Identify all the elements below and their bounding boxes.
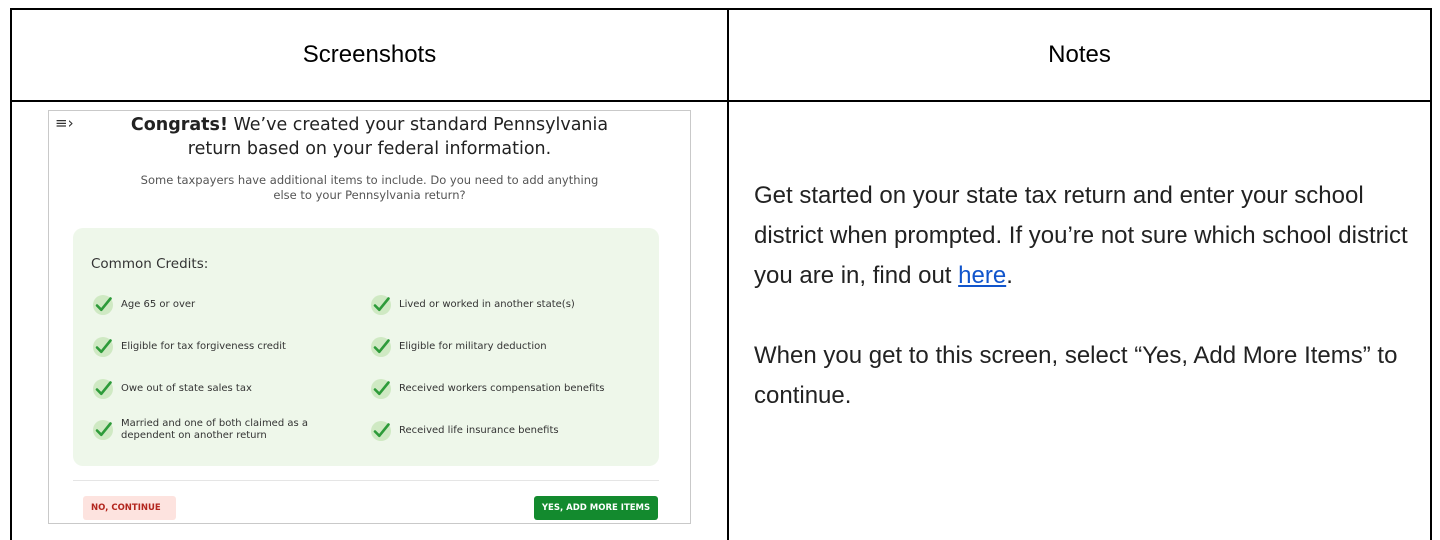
checkmark-icon	[371, 421, 391, 441]
title-line1-rest: We’ve created your standard Pennsylvania	[227, 115, 609, 135]
checkmark-icon	[93, 295, 113, 315]
credit-label: Eligible for military deduction	[399, 341, 547, 352]
notes-paragraph-2: When you get to this screen, select “Yes…	[754, 342, 1398, 409]
credit-label: Lived or worked in another state(s)	[399, 299, 575, 310]
screenshot-title: Congrats! We’ve created your standard Pe…	[49, 113, 690, 161]
notes-text-end: .	[1006, 262, 1013, 289]
credit-label: Age 65 or over	[121, 299, 196, 310]
title-line2: return based on your federal information…	[187, 139, 552, 159]
credit-item: Owe out of state sales tax	[93, 379, 252, 399]
credit-item: Lived or worked in another state(s)	[371, 295, 575, 315]
credit-label: Married and one of both claimed as a dep…	[121, 418, 309, 441]
checkmark-icon	[93, 337, 113, 357]
credit-label: Eligible for tax forgiveness credit	[121, 341, 286, 352]
checkmark-icon	[93, 420, 113, 440]
credit-item: Married and one of both claimed as a dep…	[93, 418, 358, 442]
no-continue-button[interactable]: NO, CONTINUE	[83, 496, 176, 520]
screenshot-subtitle: Some taxpayers have additional items to …	[49, 173, 690, 203]
header-screenshots: Screenshots	[302, 41, 437, 68]
divider	[73, 480, 659, 481]
notes-paragraph-1: Get started on your state tax return and…	[754, 176, 1414, 296]
notes-cell: Get started on your state tax return and…	[754, 176, 1414, 416]
credit-label: Received life insurance benefits	[399, 425, 559, 436]
column-divider	[727, 10, 729, 540]
header-notes: Notes	[1048, 41, 1111, 68]
checkmark-icon	[371, 295, 391, 315]
table-header-row: Screenshots Notes	[12, 10, 1430, 102]
notes-text: Get started on your state tax return and…	[754, 182, 1408, 289]
credit-item: Received workers compensation benefits	[371, 379, 604, 399]
credit-item: Received life insurance benefits	[371, 421, 559, 441]
subtitle-line1: Some taxpayers have additional items to …	[140, 173, 599, 187]
credit-label: Owe out of state sales tax	[121, 383, 252, 394]
panel-title: Common Credits:	[91, 256, 209, 272]
embedded-screenshot: ≡› Congrats! We’ve created your standard…	[48, 110, 691, 524]
here-link[interactable]: here	[958, 262, 1006, 289]
title-bold: Congrats!	[130, 115, 228, 135]
credit-label: Received workers compensation benefits	[399, 383, 605, 394]
checkmark-icon	[371, 379, 391, 399]
yes-add-more-items-button[interactable]: YES, ADD MORE ITEMS	[534, 496, 658, 520]
common-credits-panel: Common Credits: Age 65 or over Lived or …	[73, 228, 659, 466]
checkmark-icon	[371, 337, 391, 357]
checkmark-icon	[93, 379, 113, 399]
instructions-table: Screenshots Notes ≡› Congrats! We’ve cre…	[10, 8, 1432, 540]
credit-item: Eligible for tax forgiveness credit	[93, 337, 286, 357]
credit-item: Age 65 or over	[93, 295, 195, 315]
credit-item: Eligible for military deduction	[371, 337, 547, 357]
subtitle-line2: else to your Pennsylvania return?	[273, 188, 466, 202]
